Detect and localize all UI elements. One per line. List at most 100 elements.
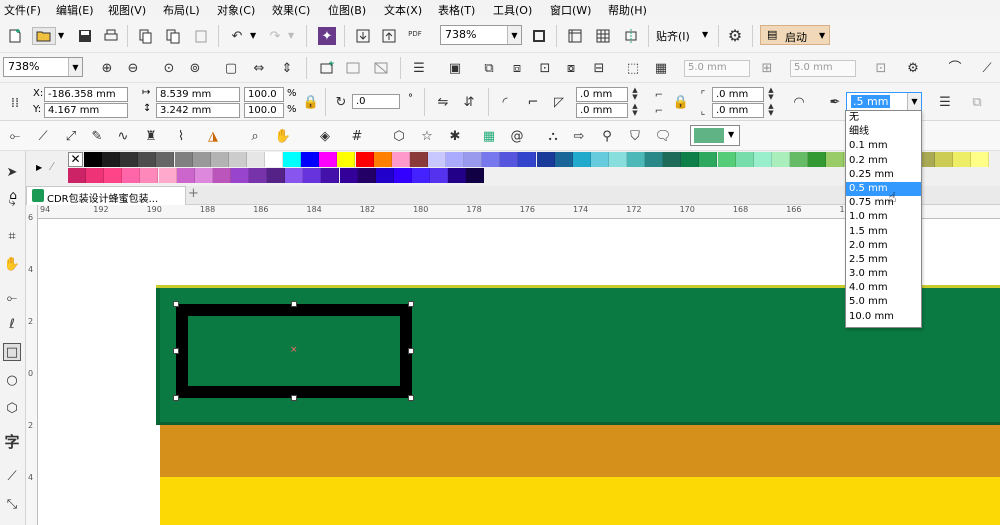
polyline-icon[interactable]: ⤢ <box>62 127 80 145</box>
color-swatch[interactable] <box>357 168 376 183</box>
yellow-band[interactable] <box>160 477 1000 525</box>
color-swatch[interactable] <box>627 152 645 167</box>
corner-radius-bl-field[interactable]: .0 mm <box>576 103 628 118</box>
magnifier-icon[interactable]: ⌕ <box>246 127 264 145</box>
outline-width-option[interactable]: 10.0 mm <box>846 310 921 324</box>
color-swatch[interactable] <box>735 152 754 167</box>
graph-paper-icon[interactable]: ▦ <box>480 127 498 145</box>
color-swatch[interactable] <box>466 168 485 183</box>
menu-help[interactable]: 帮助(H) <box>608 2 647 18</box>
color-swatch[interactable] <box>120 152 139 167</box>
chamfered-corner-icon[interactable]: ◸ <box>550 93 568 111</box>
to-front-icon[interactable]: ⧉ <box>968 93 986 111</box>
options-icon[interactable]: ⚙ <box>904 59 922 77</box>
selection-handle[interactable] <box>408 348 414 354</box>
arrow-shapes-icon[interactable]: ⇨ <box>570 127 588 145</box>
color-swatch[interactable] <box>373 152 392 167</box>
lock-corners-icon[interactable]: 🔒 <box>672 93 690 111</box>
show-rulers-icon[interactable] <box>566 27 584 45</box>
menu-view[interactable]: 视图(V) <box>108 2 146 18</box>
zoom-out-icon[interactable]: ⊖ <box>124 59 142 77</box>
color-swatch[interactable] <box>448 168 467 183</box>
menu-edit[interactable]: 编辑(E) <box>56 2 94 18</box>
color-swatch[interactable] <box>158 168 177 183</box>
ruler-icon[interactable]: ⊞ <box>758 59 776 77</box>
rectangle-tool-icon[interactable]: □ <box>3 343 21 361</box>
artistic-media-icon[interactable]: ℓ <box>3 315 21 333</box>
spiral-icon[interactable]: @ <box>508 127 526 145</box>
complex-star-icon[interactable]: ✱ <box>446 127 464 145</box>
fill-bucket-icon[interactable]: ◈ <box>316 127 334 145</box>
chevron-down-icon[interactable]: ▼ <box>68 58 82 76</box>
color-swatch[interactable] <box>393 168 412 183</box>
color-swatch[interactable] <box>717 152 736 167</box>
color-swatch[interactable] <box>699 152 718 167</box>
image-icon[interactable] <box>344 59 362 77</box>
outline-width-option[interactable]: 3.0 mm <box>846 267 921 281</box>
full-screen-icon[interactable] <box>530 27 548 45</box>
color-swatch[interactable] <box>102 152 121 167</box>
color-swatch[interactable] <box>285 168 304 183</box>
zoom-in-icon[interactable]: ⊕ <box>98 59 116 77</box>
width-field[interactable]: 8.539 mm <box>156 87 240 102</box>
color-swatch[interactable] <box>375 168 394 183</box>
menu-effects[interactable]: 效果(C) <box>272 2 310 18</box>
fill-color-picker[interactable]: ▼ <box>690 125 740 146</box>
back-minus-front-icon[interactable]: ⊟ <box>590 59 608 77</box>
scalloped-corner-icon[interactable]: ⌐ <box>524 93 542 111</box>
pen-icon[interactable]: ✎ <box>88 127 106 145</box>
parallel-dimension-icon[interactable]: ⟋ <box>3 467 21 485</box>
color-swatch[interactable] <box>176 168 195 183</box>
gear-icon[interactable]: ⚙ <box>726 27 744 45</box>
spinner-icon[interactable]: ▲ ▼ <box>630 103 640 118</box>
cut-icon[interactable] <box>136 27 154 45</box>
color-swatch[interactable] <box>826 152 845 167</box>
color-swatch[interactable] <box>267 168 286 183</box>
outline-width-option[interactable]: 1.5 mm <box>846 225 921 239</box>
search-content-icon[interactable]: ✦ <box>318 27 336 45</box>
color-swatch[interactable] <box>174 152 193 167</box>
undo-icon[interactable]: ↶ <box>228 27 246 45</box>
outline-width-option[interactable]: 4.0 mm <box>846 281 921 295</box>
star-icon[interactable]: ☆ <box>418 127 436 145</box>
palette-scroll-left-icon[interactable]: ▶ <box>36 163 42 172</box>
color-swatch[interactable] <box>339 168 358 183</box>
text-tool-icon[interactable]: 字 <box>3 433 21 451</box>
chevron-down-icon[interactable]: ▼ <box>907 93 921 110</box>
image-add-icon[interactable] <box>318 59 336 77</box>
nudge-height-field[interactable]: 5.0 mm <box>790 60 856 77</box>
outline-width-option[interactable]: 0.75 mm <box>846 196 921 210</box>
zoom-level-combo[interactable]: 738% ▼ <box>440 25 522 45</box>
color-swatch[interactable] <box>104 168 123 183</box>
x-position-field[interactable]: -186.358 mm <box>44 87 128 102</box>
weld-icon[interactable]: ⧉ <box>480 59 498 77</box>
scale-x-field[interactable]: 100.0 <box>244 87 284 102</box>
rotation-angle-field[interactable]: .0 <box>352 94 400 109</box>
frame-icon[interactable]: ▦ <box>652 59 670 77</box>
selection-handle[interactable] <box>408 395 414 401</box>
color-swatch[interactable] <box>536 152 555 167</box>
new-document-icon[interactable] <box>6 27 24 45</box>
basic-shapes-icon[interactable]: ⛬ <box>544 127 562 145</box>
smart-drawing-icon[interactable]: ⌇ <box>172 127 190 145</box>
menu-bitmap[interactable]: 位图(B) <box>328 2 366 18</box>
color-swatch[interactable] <box>156 152 175 167</box>
polygon-tool-icon[interactable]: ⬡ <box>3 399 21 417</box>
no-color-swatch[interactable]: ✕ <box>68 152 83 167</box>
curve-tool-icon[interactable]: ⟜ <box>3 289 21 307</box>
menu-layout[interactable]: 布局(L) <box>163 2 200 18</box>
color-swatch[interactable] <box>430 168 448 183</box>
color-swatch[interactable] <box>355 152 374 167</box>
combine-icon[interactable]: ▣ <box>446 59 464 77</box>
quick-customize-icon[interactable]: ⌒ <box>946 59 964 77</box>
selection-handle[interactable] <box>291 395 297 401</box>
text-wrap-icon[interactable]: ☰ <box>936 93 954 111</box>
outline-width-option[interactable]: 1.0 mm <box>846 210 921 224</box>
color-swatch[interactable] <box>411 168 430 183</box>
color-swatch[interactable] <box>122 168 141 183</box>
round-corner-icon[interactable]: ◜ <box>496 93 514 111</box>
color-swatch[interactable] <box>446 152 464 167</box>
color-swatch[interactable] <box>771 152 790 167</box>
color-swatch[interactable] <box>500 152 519 167</box>
pen-nib-icon[interactable]: ✒ <box>826 93 844 111</box>
